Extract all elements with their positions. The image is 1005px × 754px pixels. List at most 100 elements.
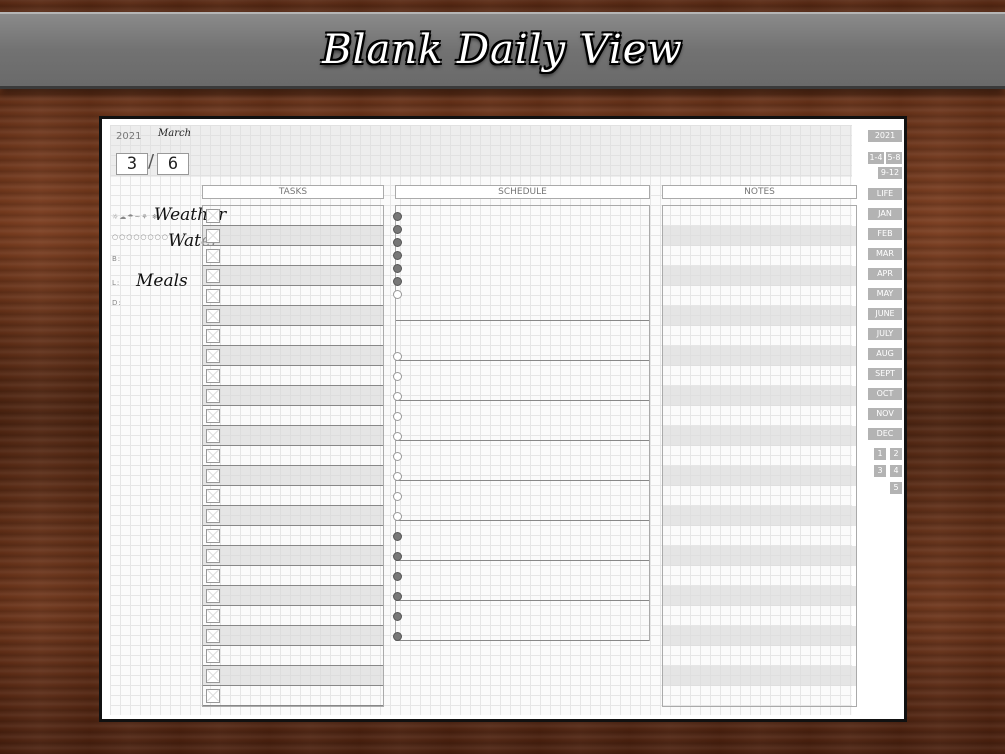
- sidebar-month-tab[interactable]: NOV: [868, 408, 902, 420]
- task-checkbox[interactable]: [206, 649, 220, 663]
- task-row[interactable]: [203, 526, 383, 546]
- meal-lunch[interactable]: L:: [112, 279, 120, 287]
- task-row[interactable]: [203, 646, 383, 666]
- task-row[interactable]: [203, 546, 383, 566]
- task-row[interactable]: [203, 366, 383, 386]
- schedule-time-marker[interactable]: [393, 251, 402, 260]
- task-checkbox[interactable]: [206, 589, 220, 603]
- task-checkbox[interactable]: [206, 549, 220, 563]
- task-checkbox[interactable]: [206, 689, 220, 703]
- task-checkbox[interactable]: [206, 409, 220, 423]
- schedule-time-marker[interactable]: [393, 472, 402, 481]
- tasks-list[interactable]: [202, 205, 384, 707]
- sidebar-month-tab[interactable]: MAR: [868, 248, 902, 260]
- sidebar-month-tab[interactable]: JUNE: [868, 308, 902, 320]
- schedule-time-marker[interactable]: [393, 432, 402, 441]
- task-checkbox[interactable]: [206, 369, 220, 383]
- task-row[interactable]: [203, 606, 383, 626]
- task-checkbox[interactable]: [206, 349, 220, 363]
- sidebar-month-tab[interactable]: APR: [868, 268, 902, 280]
- task-checkbox[interactable]: [206, 449, 220, 463]
- schedule-time-marker[interactable]: [393, 264, 402, 273]
- schedule-time-marker[interactable]: [393, 372, 402, 381]
- task-checkbox[interactable]: [206, 249, 220, 263]
- task-checkbox[interactable]: [206, 269, 220, 283]
- sidebar-life-tab[interactable]: LIFE: [868, 188, 902, 200]
- task-row[interactable]: [203, 566, 383, 586]
- sidebar-page-tab[interactable]: 3: [874, 465, 886, 477]
- sidebar-month-tab[interactable]: FEB: [868, 228, 902, 240]
- task-row[interactable]: [203, 326, 383, 346]
- task-checkbox[interactable]: [206, 509, 220, 523]
- task-checkbox[interactable]: [206, 629, 220, 643]
- schedule-time-marker[interactable]: [393, 392, 402, 401]
- sidebar-page-tab[interactable]: 2: [890, 448, 902, 460]
- sidebar-year-tab[interactable]: 2021: [868, 130, 902, 142]
- schedule-time-marker[interactable]: [393, 238, 402, 247]
- task-checkbox[interactable]: [206, 209, 220, 223]
- sidebar-month-tab[interactable]: JULY: [868, 328, 902, 340]
- schedule-time-marker[interactable]: [393, 290, 402, 299]
- task-row[interactable]: [203, 266, 383, 286]
- sidebar-month-tab[interactable]: OCT: [868, 388, 902, 400]
- schedule-time-marker[interactable]: [393, 512, 402, 521]
- task-checkbox[interactable]: [206, 569, 220, 583]
- task-checkbox[interactable]: [206, 609, 220, 623]
- sidebar-page-tab[interactable]: 1: [874, 448, 886, 460]
- task-row[interactable]: [203, 226, 383, 246]
- schedule-time-marker[interactable]: [393, 212, 402, 221]
- schedule-list[interactable]: [393, 205, 650, 641]
- schedule-time-marker[interactable]: [393, 552, 402, 561]
- task-checkbox[interactable]: [206, 289, 220, 303]
- notes-area[interactable]: [662, 205, 857, 707]
- task-row[interactable]: [203, 466, 383, 486]
- sidebar-week-tab[interactable]: 9-12: [878, 167, 902, 179]
- sidebar-month-tab[interactable]: AUG: [868, 348, 902, 360]
- task-row[interactable]: [203, 486, 383, 506]
- task-checkbox[interactable]: [206, 469, 220, 483]
- task-checkbox[interactable]: [206, 669, 220, 683]
- task-row[interactable]: [203, 386, 383, 406]
- task-row[interactable]: [203, 286, 383, 306]
- task-row[interactable]: [203, 306, 383, 326]
- schedule-time-marker[interactable]: [393, 592, 402, 601]
- task-row[interactable]: [203, 246, 383, 266]
- task-row[interactable]: [203, 586, 383, 606]
- task-row[interactable]: [203, 446, 383, 466]
- task-checkbox[interactable]: [206, 489, 220, 503]
- month-number-field[interactable]: 3: [116, 153, 148, 175]
- task-row[interactable]: [203, 666, 383, 686]
- task-row[interactable]: [203, 346, 383, 366]
- sidebar-month-tab[interactable]: JAN: [868, 208, 902, 220]
- schedule-time-marker[interactable]: [393, 572, 402, 581]
- task-row[interactable]: [203, 506, 383, 526]
- meal-breakfast[interactable]: B:: [112, 255, 121, 263]
- meal-dinner[interactable]: D:: [112, 299, 122, 307]
- sidebar-month-tab[interactable]: SEPT: [868, 368, 902, 380]
- sidebar-week-tab[interactable]: 5-8: [886, 152, 902, 164]
- schedule-time-marker[interactable]: [393, 452, 402, 461]
- water-tracker[interactable]: ○○○○○○○○: [112, 233, 169, 241]
- schedule-time-marker[interactable]: [393, 492, 402, 501]
- task-checkbox[interactable]: [206, 329, 220, 343]
- task-checkbox[interactable]: [206, 309, 220, 323]
- task-row[interactable]: [203, 686, 383, 706]
- sidebar-page-tab[interactable]: 5: [890, 482, 902, 494]
- task-checkbox[interactable]: [206, 389, 220, 403]
- task-row[interactable]: [203, 626, 383, 646]
- schedule-time-marker[interactable]: [393, 225, 402, 234]
- schedule-time-marker[interactable]: [393, 632, 402, 641]
- task-checkbox[interactable]: [206, 229, 220, 243]
- sidebar-page-tab[interactable]: 4: [890, 465, 902, 477]
- task-row[interactable]: [203, 206, 383, 226]
- sidebar-month-tab[interactable]: DEC: [868, 428, 902, 440]
- day-number-field[interactable]: 6: [157, 153, 189, 175]
- schedule-time-marker[interactable]: [393, 532, 402, 541]
- sidebar-month-tab[interactable]: MAY: [868, 288, 902, 300]
- schedule-time-marker[interactable]: [393, 412, 402, 421]
- task-row[interactable]: [203, 426, 383, 446]
- schedule-time-marker[interactable]: [393, 277, 402, 286]
- task-checkbox[interactable]: [206, 429, 220, 443]
- weather-icons[interactable]: ☼☁☂~⚘ ❄: [112, 213, 159, 221]
- sidebar-week-tab[interactable]: 1-4: [868, 152, 884, 164]
